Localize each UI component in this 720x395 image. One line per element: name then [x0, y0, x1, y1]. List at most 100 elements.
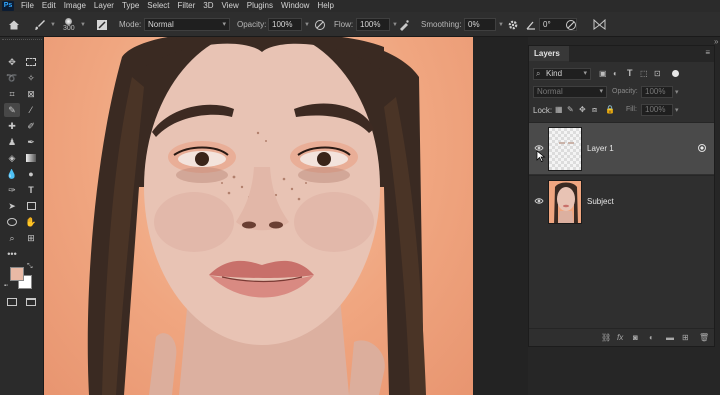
menu-plugins[interactable]: Plugins — [243, 0, 277, 12]
add-mask-icon[interactable]: ◙ — [633, 333, 638, 342]
layer-name[interactable]: Layer 1 — [587, 144, 614, 153]
link-layers-icon[interactable]: ⛓ — [601, 333, 611, 342]
tab-layers[interactable]: Layers — [529, 46, 569, 62]
edit-toolbar-button[interactable]: ••• — [4, 247, 20, 261]
menu-file[interactable]: File — [17, 0, 38, 12]
object-selection-tool[interactable]: ✧ — [23, 71, 39, 85]
zoom-tool[interactable]: ⌕ — [4, 231, 20, 245]
blur-tool[interactable]: 💧 — [4, 167, 20, 181]
canvas-area[interactable] — [44, 37, 528, 395]
type-tool[interactable]: T — [23, 183, 39, 197]
lasso-tool[interactable]: ➰ — [4, 71, 20, 85]
menu-3d[interactable]: 3D — [199, 0, 217, 12]
eyedropper-tool[interactable]: ⁄ — [23, 103, 39, 117]
magic-wand-icon: ✧ — [27, 72, 35, 83]
lock-all-icon[interactable]: 🔒 — [605, 105, 615, 114]
menu-select[interactable]: Select — [143, 0, 173, 12]
lock-transparent-icon[interactable]: ▦ — [555, 105, 563, 114]
brush-size-dropdown[interactable]: ▼ — [80, 12, 86, 37]
lock-image-icon[interactable]: ✎ — [567, 105, 574, 114]
opacity-field[interactable]: 100% — [268, 18, 302, 31]
rectangle-tool[interactable] — [23, 199, 39, 213]
chevron-down-icon[interactable]: ▾ — [675, 88, 679, 96]
smoothing-value: 0% — [468, 20, 480, 29]
gradient-tool[interactable] — [23, 151, 39, 165]
home-button[interactable] — [8, 12, 20, 37]
quick-mask-button[interactable] — [4, 295, 20, 309]
new-group-icon[interactable]: ▬ — [666, 333, 674, 342]
healing-brush-tool[interactable]: ✚ — [4, 119, 20, 133]
menu-layer[interactable]: Layer — [90, 0, 118, 12]
filter-type-icon[interactable]: T — [627, 68, 633, 78]
frame-tool[interactable]: ⊠ — [23, 87, 39, 101]
symmetry-button[interactable] — [593, 12, 606, 37]
filter-adjustment-icon[interactable]: ◐ — [613, 69, 618, 78]
smoothing-options-button[interactable] — [507, 12, 519, 37]
fill-field[interactable]: 100% — [641, 104, 673, 116]
default-colors-icon[interactable]: ▪▫ — [4, 283, 8, 289]
mode-select[interactable]: Normal ▾ — [144, 18, 230, 31]
brush-size-picker[interactable]: 300 — [63, 12, 75, 37]
flow-field[interactable]: 100% — [356, 18, 390, 31]
screen-mode-button[interactable] — [23, 295, 39, 309]
lock-position-icon[interactable]: ✥ — [579, 105, 586, 114]
hand-tool[interactable]: ✋ — [23, 215, 39, 229]
brush-settings-button[interactable] — [96, 12, 108, 37]
layer-row-layer-1[interactable]: Layer 1 — [529, 122, 714, 174]
visibility-eye-icon[interactable] — [534, 196, 544, 206]
filter-toggle-icon[interactable] — [672, 70, 679, 77]
panel-menu-icon[interactable]: ≡ — [705, 48, 710, 57]
menu-view[interactable]: View — [218, 0, 243, 12]
marquee-tool[interactable] — [23, 55, 39, 69]
layer-opacity-field[interactable]: 100% — [641, 86, 673, 98]
brush-tool-preset[interactable]: ▼ — [33, 12, 56, 37]
clone-stamp-tool[interactable]: ♟ — [4, 135, 20, 149]
filter-smart-object-icon[interactable]: ⊡ — [654, 69, 661, 78]
lock-artboard-icon[interactable]: ⧈ — [592, 105, 597, 115]
swap-colors-icon[interactable]: ⤡ — [27, 263, 33, 271]
airbrush-button[interactable] — [398, 12, 410, 37]
chevron-down-icon[interactable]: ▼ — [304, 22, 310, 28]
move-tool[interactable]: ✥ — [4, 55, 20, 69]
pen-tool[interactable]: ✑ — [4, 183, 20, 197]
filter-pixel-icon[interactable]: ▣ — [599, 69, 607, 78]
flow-label: Flow: — [334, 20, 354, 29]
menu-image[interactable]: Image — [60, 0, 90, 12]
dodge-tool[interactable]: ● — [23, 167, 39, 181]
path-selection-tool[interactable]: ➤ — [4, 199, 20, 213]
toolbar-grip[interactable] — [2, 39, 42, 42]
trash-icon[interactable]: 🗑 — [699, 333, 709, 342]
new-layer-icon[interactable]: ⊞ — [682, 333, 689, 342]
menu-filter[interactable]: Filter — [174, 0, 200, 12]
mixer-brush-icon: ✐ — [27, 120, 35, 131]
ellipse-tool[interactable] — [4, 215, 20, 229]
layer-options-icon[interactable] — [698, 144, 706, 152]
frame-icon: ⊠ — [27, 88, 35, 99]
pressure-pen-icon — [315, 19, 325, 30]
crop-tool[interactable]: ⌗ — [4, 87, 20, 101]
pressure-size-button[interactable] — [565, 12, 577, 37]
mixer-brush-tool[interactable]: ✐ — [23, 119, 39, 133]
history-brush-tool[interactable]: ✒ — [23, 135, 39, 149]
brush-tool[interactable]: ✎ — [4, 103, 20, 117]
angle-control[interactable] — [525, 12, 537, 37]
pressure-opacity-button[interactable] — [314, 12, 326, 37]
adjustment-layer-icon[interactable]: ◐ — [649, 333, 654, 342]
foreground-color-swatch-front[interactable] — [10, 267, 24, 281]
layer-row-subject[interactable]: Subject — [529, 175, 714, 227]
fx-icon[interactable]: fx — [617, 333, 623, 342]
menu-type[interactable]: Type — [118, 0, 143, 12]
chevron-down-icon[interactable]: ▼ — [498, 22, 504, 28]
artboard-tool[interactable]: ⊞ — [23, 231, 39, 245]
smoothing-field[interactable]: 0% — [464, 18, 496, 31]
filter-shape-icon[interactable]: ⬚ — [640, 69, 648, 78]
document-canvas[interactable] — [44, 37, 473, 395]
layer-name[interactable]: Subject — [587, 197, 614, 206]
menu-help[interactable]: Help — [313, 0, 337, 12]
eraser-tool[interactable]: ◈ — [4, 151, 20, 165]
blend-mode-select[interactable]: Normal ▾ — [533, 86, 607, 98]
menu-window[interactable]: Window — [277, 0, 313, 12]
filter-kind-select[interactable]: ⌕ Kind ▾ — [533, 68, 591, 80]
chevron-down-icon[interactable]: ▾ — [675, 106, 679, 114]
menu-edit[interactable]: Edit — [38, 0, 60, 12]
